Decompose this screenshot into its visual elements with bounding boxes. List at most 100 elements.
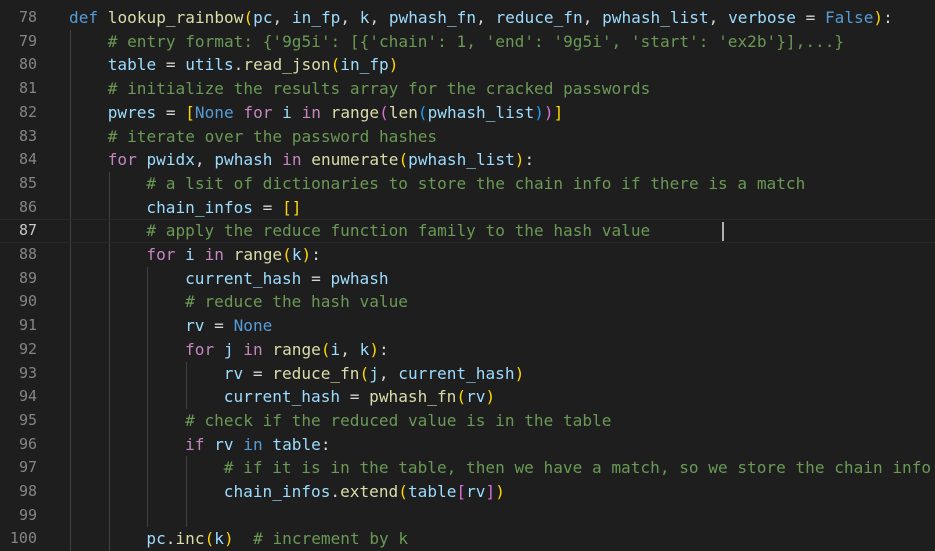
line-number: 97: [18, 458, 37, 477]
code-line[interactable]: 94 current_hash = pwhash_fn(rv): [0, 385, 935, 409]
line-code: # a lsit of dictionaries to store the ch…: [146, 172, 805, 196]
line-number: 81: [18, 79, 37, 98]
code-token: i: [185, 245, 195, 264]
line-code: # if it is in the table, then we have a …: [224, 456, 931, 480]
code-line[interactable]: 89 current_hash = pwhash: [0, 267, 935, 291]
code-token: utils: [185, 55, 234, 75]
line-code: # apply the reduce function family to th…: [146, 219, 650, 243]
code-token: ,: [194, 150, 215, 170]
code-line[interactable]: 79 # entry format: {'9g5i': [{'chain': 1,…: [0, 30, 935, 54]
line-code: table = utils.read_json(in_fp): [108, 53, 399, 77]
code-line[interactable]: 87 # apply the reduce function family to …: [0, 219, 935, 243]
code-token: =: [795, 8, 825, 27]
code-token: ): [534, 102, 544, 122]
code-token: =: [340, 387, 370, 407]
code-token: ): [543, 102, 554, 122]
code-line[interactable]: 91 rv = None: [0, 314, 935, 338]
code-token: =: [252, 197, 283, 217]
code-token: if: [185, 434, 205, 454]
line-number: 83: [18, 126, 37, 145]
code-line[interactable]: 97 # if it is in the table, then we have …: [0, 456, 935, 480]
line-number: 95: [18, 410, 37, 429]
code-token: chain_infos: [223, 482, 331, 501]
code-token: table: [107, 55, 157, 75]
code-line[interactable]: 81 # initialize the results array for the…: [0, 77, 935, 101]
code-line[interactable]: 93 rv = reduce_fn(j, current_hash): [0, 362, 935, 386]
code-line[interactable]: 82 pwres = [None for i in range(len(pwhas…: [0, 101, 935, 125]
line-number: 78: [18, 8, 37, 26]
line-code: rv = reduce_fn(j, current_hash): [224, 362, 524, 386]
line-code: for i in range(k):: [146, 243, 321, 267]
line-number: 96: [18, 434, 37, 453]
code-token: (: [456, 387, 467, 407]
code-token: pwhash_list: [602, 8, 709, 27]
code-token: (: [398, 482, 408, 501]
code-line[interactable]: 80 table = utils.read_json(in_fp): [0, 53, 935, 77]
code-token: pwhash_fn: [388, 8, 477, 27]
code-token: (: [398, 150, 409, 170]
code-token: # check if the reduced value is in the t…: [185, 410, 612, 430]
line-code: # initialize the results array for the c…: [108, 77, 651, 101]
code-token: in: [282, 150, 302, 170]
code-line[interactable]: 96 if rv in table:: [0, 433, 935, 457]
code-line[interactable]: 88 for i in range(k):: [0, 243, 935, 267]
line-number: 90: [18, 292, 37, 311]
code-line[interactable]: 86 chain_infos = []: [0, 196, 935, 220]
code-line[interactable]: 100 pc.inc(k) # increment by k: [0, 527, 935, 551]
line-code: current_hash = pwhash_fn(rv): [224, 385, 495, 409]
code-token: chain_infos: [146, 197, 253, 217]
code-token: range: [330, 102, 380, 122]
line-number: 94: [18, 387, 37, 406]
code-line[interactable]: 92 for j in range(i, k):: [0, 338, 935, 362]
code-token: pc: [253, 8, 273, 27]
code-line[interactable]: 78 def lookup_rainbow(pc, in_fp, k, pwhas…: [0, 6, 935, 30]
code-token: k: [214, 529, 224, 549]
code-editor[interactable]: 78 def lookup_rainbow(pc, in_fp, k, pwhas…: [0, 0, 935, 551]
code-token: ,: [476, 8, 496, 27]
code-token: []: [282, 197, 302, 217]
line-code: # iterate over the password hashes: [108, 125, 437, 149]
code-token: pwhash_list: [427, 102, 535, 122]
code-token: =: [156, 55, 186, 75]
line-code: if rv in table:: [185, 433, 330, 457]
code-token: ,: [369, 8, 389, 27]
code-line[interactable]: 90 # reduce the hash value: [0, 290, 935, 314]
line-code: rv = None: [185, 314, 272, 338]
code-token: ): [873, 8, 884, 27]
code-token: k: [359, 339, 370, 359]
code-line[interactable]: 98 chain_infos.extend(table[rv]): [0, 480, 935, 504]
code-token: current_hash: [398, 363, 515, 383]
code-token: None: [194, 102, 234, 122]
code-token: in: [301, 102, 321, 122]
code-line[interactable]: 84 for pwidx, pwhash in enumerate(pwhash_…: [0, 148, 935, 172]
code-token: [: [456, 482, 467, 501]
code-token: range: [233, 245, 283, 264]
code-token: k: [359, 8, 370, 27]
line-number: 98: [18, 482, 37, 500]
code-token: reduce_fn: [272, 363, 360, 383]
code-line[interactable]: 83 # iterate over the password hashes: [0, 125, 935, 149]
code-token: # increment by k: [253, 529, 409, 549]
code-token: in: [243, 339, 263, 359]
line-number: 93: [18, 363, 37, 382]
code-token: def: [69, 8, 99, 27]
code-token: ,: [272, 8, 292, 27]
code-token: current_hash: [185, 268, 302, 288]
code-line[interactable]: 95 # check if the reduced value is in the…: [0, 409, 935, 433]
code-token: for: [243, 102, 273, 122]
code-token: ): [369, 339, 380, 359]
code-line[interactable]: 99: [0, 504, 935, 528]
code-token: None: [233, 316, 273, 336]
code-token: for: [107, 150, 137, 170]
line-code: current_hash = pwhash: [185, 267, 389, 291]
code-line[interactable]: 85 # a lsit of dictionaries to store the …: [0, 172, 935, 196]
code-token: read_json: [243, 55, 331, 75]
line-code: # check if the reduced value is in the t…: [185, 409, 611, 433]
